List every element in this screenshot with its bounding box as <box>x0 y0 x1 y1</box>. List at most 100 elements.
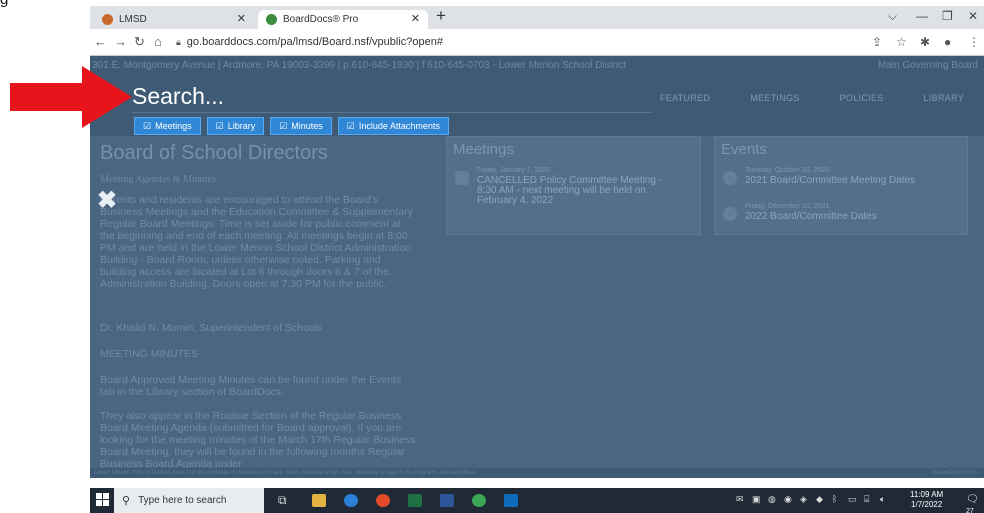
notifications-icon[interactable]: 🗨︎27 <box>966 494 984 513</box>
footer-text: Lower Merion School District does not di… <box>94 470 477 476</box>
calendar-icon <box>455 171 469 185</box>
main-nav: FEATURED MEETINGS POLICIES LIBRARY <box>640 93 984 103</box>
filter-library[interactable]: ☑ Library <box>206 117 265 135</box>
taskbar-search-placeholder: Type here to search <box>138 495 227 506</box>
url-field[interactable]: 🔒︎ go.boarddocs.com/pa/lmsd/Board.nsf/vpu… <box>176 33 816 52</box>
outlook-icon[interactable] <box>504 494 518 507</box>
nav-library[interactable]: LIBRARY <box>924 93 964 103</box>
close-window-icon[interactable]: ✕ <box>968 9 978 23</box>
district-info-bar: 301 E. Montgomery Avenue | Ardmore, PA 1… <box>90 56 984 75</box>
meeting-date: Friday, January 7, 2022 <box>477 167 551 174</box>
checkbox-icon: ☑ <box>346 120 355 131</box>
tray-app-icon[interactable]: ◈ <box>800 494 807 505</box>
checkbox-icon: ☑ <box>279 120 288 131</box>
lock-icon: 🔒︎ <box>176 37 181 47</box>
bookmark-star-icon[interactable]: ☆ <box>896 35 907 49</box>
filter-meetings[interactable]: ☑ Meetings <box>134 117 201 135</box>
search-input[interactable] <box>132 81 652 113</box>
reload-icon[interactable]: ↻ <box>134 34 145 50</box>
filter-label: Library <box>227 121 256 131</box>
meetings-panel: Meetings Friday, January 7, 2022 CANCELL… <box>446 136 701 235</box>
close-tab-icon[interactable]: ✕ <box>237 12 246 25</box>
filter-minutes[interactable]: ☑ Minutes <box>270 117 332 135</box>
checkbox-icon: ☑ <box>215 120 224 131</box>
restore-icon[interactable]: ❐ <box>942 9 953 23</box>
search-filters: ☑ Meetings ☑ Library ☑ Minutes ☑ Include Att… <box>134 117 449 135</box>
url-text: go.boarddocs.com/pa/lmsd/Board.nsf/vpubl… <box>186 36 444 48</box>
new-tab-button[interactable]: + <box>436 6 446 26</box>
nav-policies[interactable]: POLICIES <box>840 93 884 103</box>
extensions-icon[interactable]: ✱ <box>920 35 930 49</box>
file-explorer-icon[interactable] <box>312 494 326 507</box>
minutes-paragraph: Board Approved Meeting Minutes can be fo… <box>100 374 402 398</box>
filter-label: Minutes <box>291 121 323 131</box>
events-panel: Events Tuesday, October 20, 2020 2021 Bo… <box>714 136 968 235</box>
minutes-detail-paragraph: They also appear in the Routine Section … <box>100 410 416 470</box>
tray-app-icon[interactable]: ◆ <box>816 494 823 505</box>
network-icon[interactable]: ⌸ <box>864 494 869 505</box>
close-search-icon[interactable]: ✖ <box>97 186 117 215</box>
battery-icon[interactable]: ▭ <box>848 494 857 505</box>
clock-date: 1/7/2022 <box>911 500 943 509</box>
word-icon[interactable] <box>440 494 454 507</box>
boarddocs-favicon-icon <box>266 14 277 25</box>
filter-label: Meetings <box>155 121 192 131</box>
meetings-heading: Meetings <box>453 141 514 158</box>
address-line: 301 E. Montgomery Avenue | Ardmore, PA 1… <box>92 60 626 71</box>
tab-boarddocs[interactable]: BoardDocs® Pro ✕ <box>258 10 428 29</box>
close-tab-icon[interactable]: ✕ <box>411 12 420 25</box>
tab-label: BoardDocs® Pro <box>283 14 359 25</box>
lmsd-favicon-icon <box>102 14 113 25</box>
governing-board-label[interactable]: Main Governing Board <box>878 56 978 75</box>
meeting-title-line: February 4, 2022 <box>477 195 554 206</box>
events-heading: Events <box>721 141 767 158</box>
share-icon[interactable]: ⇪ <box>872 35 882 49</box>
edge-browser-icon[interactable] <box>344 494 358 507</box>
search-header: ☑Meetings ☑Library ☑Minutes ☑Include Att… <box>90 75 984 136</box>
address-bar: ← → ↻ ⌂ 🔒︎ go.boarddocs.com/pa/lmsd/Board… <box>90 29 984 56</box>
tray-app-icon[interactable]: ▣ <box>752 494 761 505</box>
minimize-icon[interactable]: — <box>916 9 928 23</box>
clock-time: 11:09 AM <box>910 490 944 499</box>
chrome-browser-icon[interactable] <box>376 494 390 507</box>
event-title: 2022 Board/Committee Dates <box>745 211 877 222</box>
forward-icon[interactable]: → <box>114 34 127 49</box>
minutes-heading: MEETING MINUTES <box>100 348 199 360</box>
taskbar-clock[interactable]: 11:09 AM 1/7/2022 <box>910 490 943 510</box>
event-icon <box>723 207 737 221</box>
search-icon: ⚲ <box>122 495 131 507</box>
task-view-icon[interactable]: ⧉ <box>278 493 287 508</box>
filter-label: Include Attachments <box>358 121 440 131</box>
page-footer: Lower Merion School District does not di… <box>90 468 984 478</box>
page-subtitle: Meeting Agendas & Minutes <box>100 174 216 185</box>
bluetooth-icon[interactable]: ᛒ <box>832 494 837 504</box>
tray-app-icon[interactable]: ◍ <box>768 494 776 505</box>
event-title: 2021 Board/Committee Meeting Dates <box>745 175 916 186</box>
attendance-paragraph: Parents and residents are encouraged to … <box>100 194 413 290</box>
taskbar-search-box[interactable]: ⚲ Type here to search <box>114 488 264 513</box>
tab-label: LMSD <box>119 14 147 25</box>
browser-tab-bar: LMSD ✕ BoardDocs® Pro ✕ + ⌵ — ❐ ✕ <box>90 6 984 29</box>
doc-fragment-text: g <box>0 0 8 8</box>
checkbox-icon: ☑ <box>143 120 152 131</box>
boarddocs-page: 301 E. Montgomery Avenue | Ardmore, PA 1… <box>90 56 984 478</box>
profile-icon[interactable]: ● <box>944 35 951 49</box>
excel-icon[interactable] <box>408 494 422 507</box>
event-icon <box>723 171 737 185</box>
home-icon[interactable]: ⌂ <box>154 34 162 49</box>
tray-app-icon[interactable]: ◉ <box>784 494 792 505</box>
event-date: Tuesday, October 20, 2020 <box>745 167 830 174</box>
maps-app-icon[interactable] <box>472 494 486 507</box>
windows-start-icon[interactable] <box>96 493 109 506</box>
back-icon[interactable]: ← <box>94 34 107 49</box>
volume-icon[interactable]: 🔈︎ <box>880 494 885 505</box>
superintendent-line: Dr. Khalid N. Mumin, Superintendent of S… <box>100 322 323 334</box>
nav-meetings[interactable]: MEETINGS <box>750 93 799 103</box>
nav-featured[interactable]: FEATURED <box>660 93 710 103</box>
filter-include-attachments[interactable]: ☑ Include Attachments <box>337 117 449 135</box>
menu-icon[interactable]: ⋮ <box>968 35 980 49</box>
tab-lmsd[interactable]: LMSD ✕ <box>94 10 254 29</box>
mail-icon[interactable]: ✉ <box>736 494 744 505</box>
screenshot-root: g LMSD ✕ BoardDocs® Pro ✕ + ⌵ — ❐ ✕ ← → … <box>0 0 984 513</box>
tab-search-icon[interactable]: ⌵ <box>888 9 897 24</box>
